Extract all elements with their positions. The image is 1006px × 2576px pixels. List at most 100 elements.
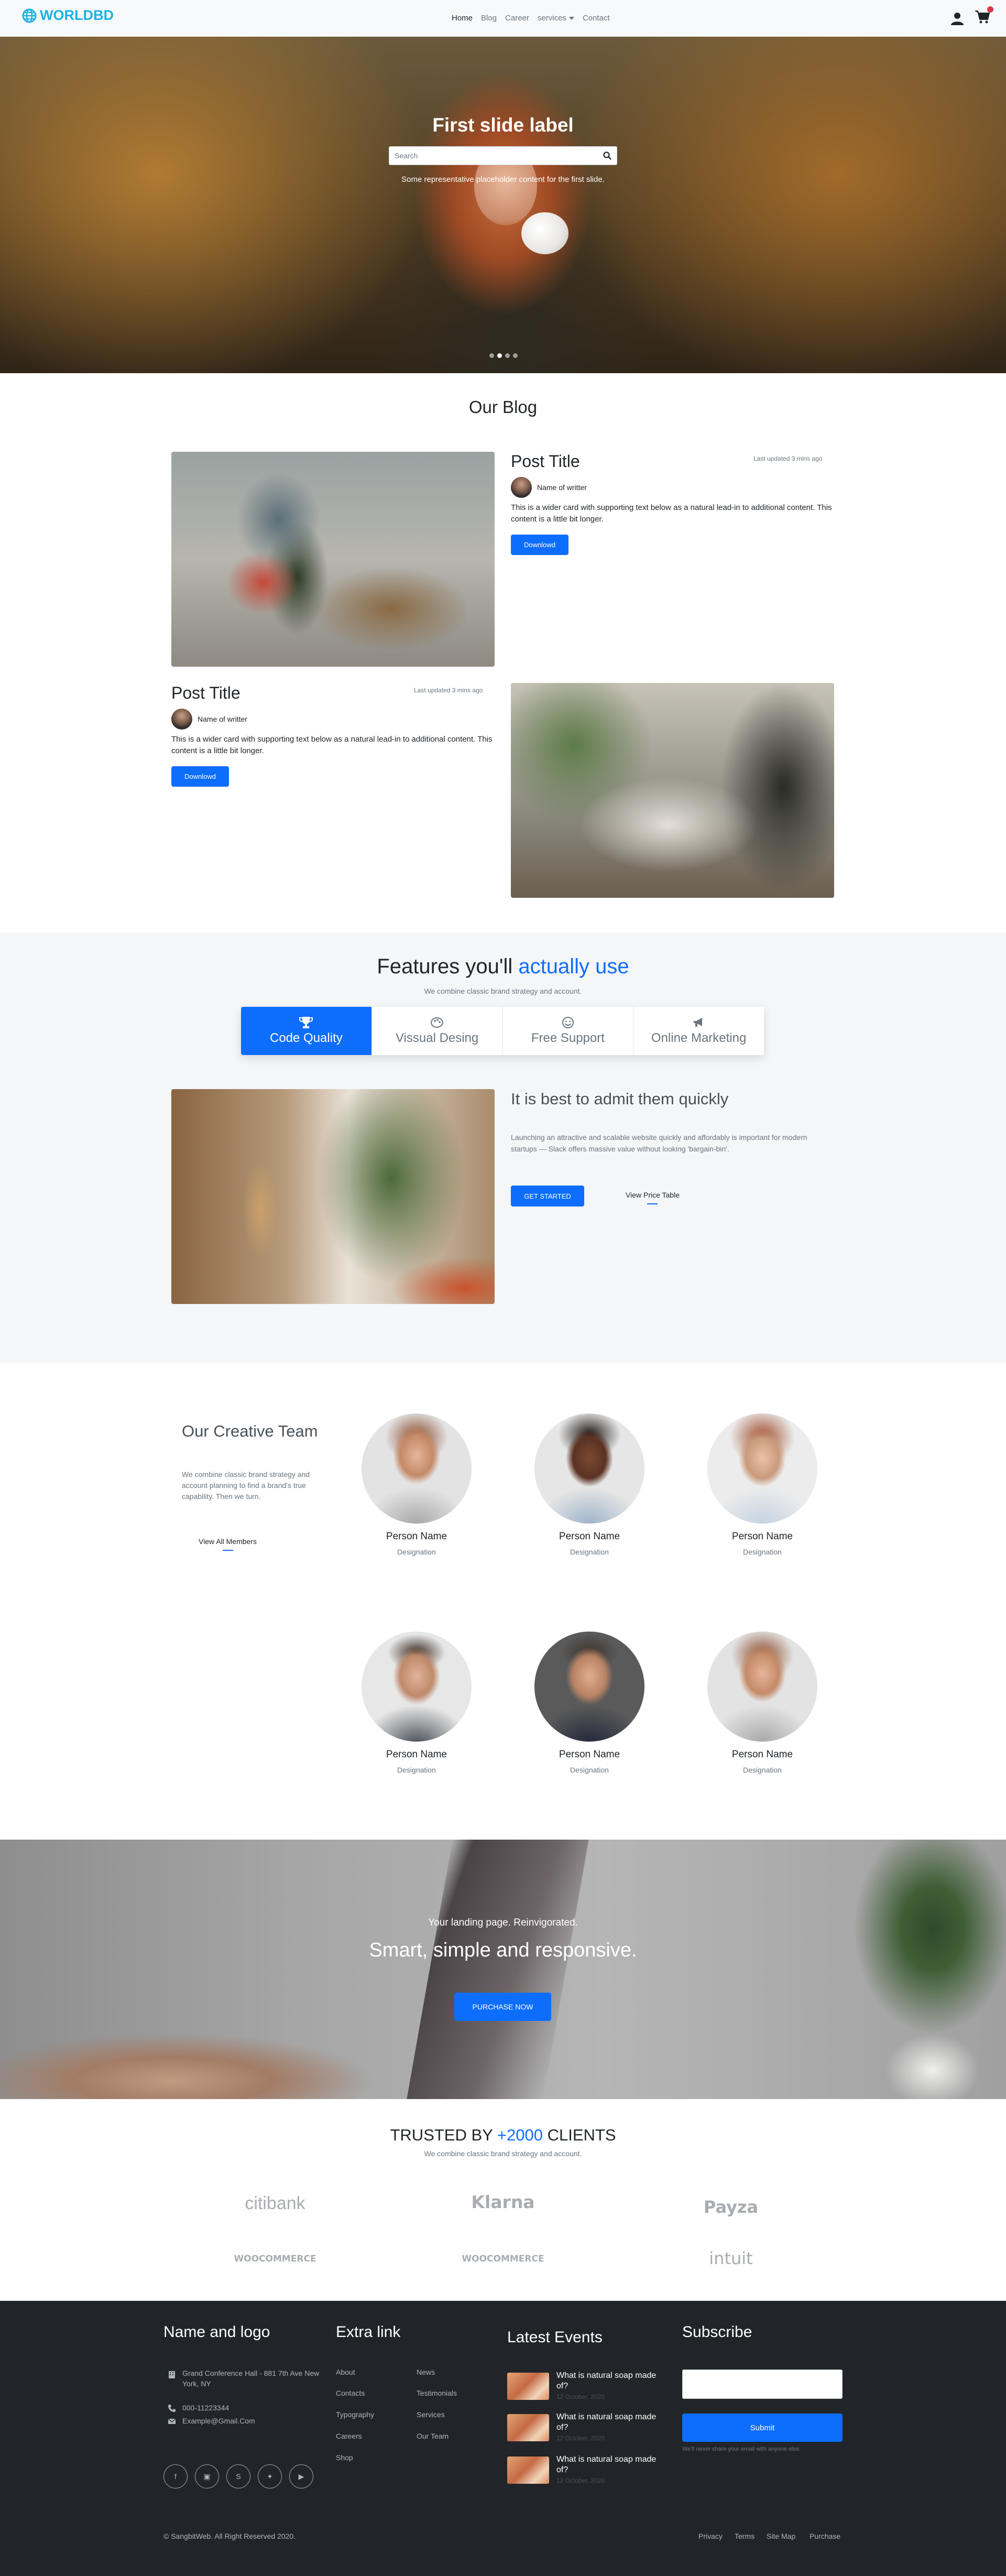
member-designation: Designation (743, 1766, 782, 1774)
event-title[interactable]: What is natural soap made of? (556, 2454, 669, 2475)
team-member-card: Person Name Designation (705, 1632, 820, 1774)
page: WORLDBD Home Blog Career services Contac… (0, 0, 1006, 2576)
member-designation: Designation (743, 1548, 782, 1556)
footer-link-shop[interactable]: Shop (336, 2453, 353, 2462)
purchase-now-button[interactable]: PURCHASE NOW (454, 1993, 551, 2021)
subscribe-submit-button[interactable]: Submit (682, 2414, 843, 2442)
features-section: Features you'll actually use We combine … (0, 932, 1006, 1363)
feature-text: Launching an attractive and scalable web… (511, 1133, 807, 1153)
post-writer: Name of writter (511, 477, 587, 498)
nav-item-services[interactable]: services (538, 14, 574, 23)
footer-link-contacts[interactable]: Contacts (336, 2389, 365, 2397)
member-photo (362, 1414, 472, 1524)
tab-free-support[interactable]: Free Support (503, 1007, 634, 1055)
twitter-icon[interactable]: ✦ (258, 2464, 282, 2488)
clients-title-post: CLIENTS (542, 2126, 616, 2144)
user-icon[interactable] (950, 12, 964, 25)
footer-link-services[interactable]: Services (417, 2410, 445, 2419)
hero-photo-flower (521, 212, 568, 254)
download-button[interactable]: Downlowd (171, 766, 229, 787)
client-logo-woocommerce: WOOCOMMERCE (462, 2254, 544, 2264)
event-date: 12 October, 2020 (556, 2393, 605, 2400)
brand-logo[interactable]: WORLDBD (22, 7, 114, 24)
view-price-table-link[interactable]: View Price Table (626, 1191, 680, 1204)
copyright: © SangbitWeb. All Right Reserved 2020. (163, 2532, 296, 2540)
member-designation: Designation (397, 1548, 436, 1556)
footer-link-privacy[interactable]: Privacy (698, 2532, 723, 2540)
trophy-icon (299, 1017, 313, 1028)
blog-image-office-plants (511, 683, 834, 898)
footer-link-purchase[interactable]: Purchase (810, 2532, 840, 2540)
footer-email[interactable]: Example@Gmail.Com (182, 2416, 255, 2426)
footer-address: Grand Conference Hall - 881 7th Ave New … (182, 2369, 320, 2388)
event-title[interactable]: What is natural soap made of? (556, 2412, 669, 2433)
carousel-dot[interactable] (513, 353, 518, 358)
skype-icon[interactable]: S (226, 2464, 250, 2488)
youtube-icon[interactable]: ▶ (289, 2464, 313, 2488)
get-started-button[interactable]: GET STARTED (511, 1186, 584, 1207)
brand-name: WORLDBD (40, 7, 114, 23)
feature-heading: It is best to admit them quickly (511, 1090, 729, 1108)
instagram-icon[interactable]: ▣ (195, 2464, 219, 2488)
envelope-icon (168, 2418, 176, 2424)
event-thumbnail[interactable] (507, 2414, 549, 2441)
team-member-card: Person Name Designation (532, 1632, 647, 1774)
footer-events-title: Latest Events (507, 2329, 603, 2346)
view-all-members-link[interactable]: View All Members (199, 1537, 257, 1551)
tab-visual-design[interactable]: Vissual Desing (372, 1007, 503, 1055)
footer-phone[interactable]: 000-11223344 (182, 2403, 229, 2413)
landing-heading: Smart, simple and responsive. (369, 1939, 637, 1961)
tab-online-marketing[interactable]: Online Marketing (633, 1007, 764, 1055)
nav-item-contact[interactable]: Contact (583, 14, 610, 23)
footer-link-testimonials[interactable]: Testimonials (417, 2389, 457, 2397)
banner-photo-hand (0, 2018, 398, 2099)
footer-link-careers[interactable]: Careers (336, 2432, 362, 2440)
client-logo-payza: Payza (703, 2197, 759, 2217)
facebook-icon[interactable]: f (163, 2464, 188, 2488)
client-logo-klarna: Klarna (471, 2192, 535, 2212)
member-photo (362, 1632, 472, 1742)
footer-link-about[interactable]: About (336, 2368, 355, 2376)
event-title[interactable]: What is natural soap made of? (556, 2371, 669, 2392)
carousel-dot[interactable] (505, 353, 510, 358)
hero-search-input[interactable]: Search (389, 146, 617, 165)
footer-link-our-team[interactable]: Our Team (417, 2432, 449, 2440)
search-icon[interactable] (603, 151, 611, 160)
footer-link-site-map[interactable]: Site Map (767, 2532, 795, 2540)
subscribe-email-input[interactable] (682, 2370, 843, 2399)
tab-code-quality[interactable]: Code Quality (241, 1007, 372, 1055)
blog-title: Our Blog (468, 397, 538, 417)
features-heading: Features you'll actually use (0, 955, 1006, 979)
footer-link-terms[interactable]: Terms (735, 2532, 754, 2540)
member-photo (534, 1414, 644, 1524)
footer (0, 2301, 1006, 2576)
tab-label: Code Quality (270, 1031, 343, 1045)
team-member-card: Person Name Designation (359, 1632, 474, 1774)
hero-carousel: First slide label Search Some representa… (0, 37, 1006, 373)
nav-icons (950, 6, 993, 27)
member-name: Person Name (386, 1531, 447, 1542)
nav-item-career[interactable]: Career (505, 14, 529, 23)
features-heading-text: Features you'll (377, 955, 519, 978)
client-logo-woocommerce: WOOCOMMERCE (234, 2254, 316, 2264)
footer-link-typography[interactable]: Typography (336, 2410, 374, 2419)
navbar: WORLDBD Home Blog Career services Contac… (0, 0, 1006, 37)
carousel-dot-active[interactable] (497, 353, 502, 358)
event-thumbnail[interactable] (507, 2373, 549, 2400)
writer-name: Name of writter (198, 715, 247, 723)
post-title: Post Title (511, 452, 580, 471)
building-icon (169, 2371, 175, 2378)
nav-item-home[interactable]: Home (452, 14, 473, 23)
event-date: 12 October, 2020 (556, 2477, 605, 2484)
footer-link-news[interactable]: News (417, 2368, 435, 2376)
download-button[interactable]: Downlowd (511, 535, 568, 555)
client-logo-citibank: citibank (245, 2193, 305, 2213)
event-thumbnail[interactable] (507, 2457, 549, 2484)
hero-search-placeholder: Search (395, 151, 418, 160)
cart-button[interactable] (975, 6, 993, 27)
features-subtitle: We combine classic brand strategy and ac… (424, 987, 582, 995)
nav-item-blog[interactable]: Blog (481, 14, 497, 23)
tab-label: Online Marketing (651, 1031, 747, 1045)
member-photo (707, 1414, 817, 1524)
carousel-dot[interactable] (489, 353, 494, 358)
